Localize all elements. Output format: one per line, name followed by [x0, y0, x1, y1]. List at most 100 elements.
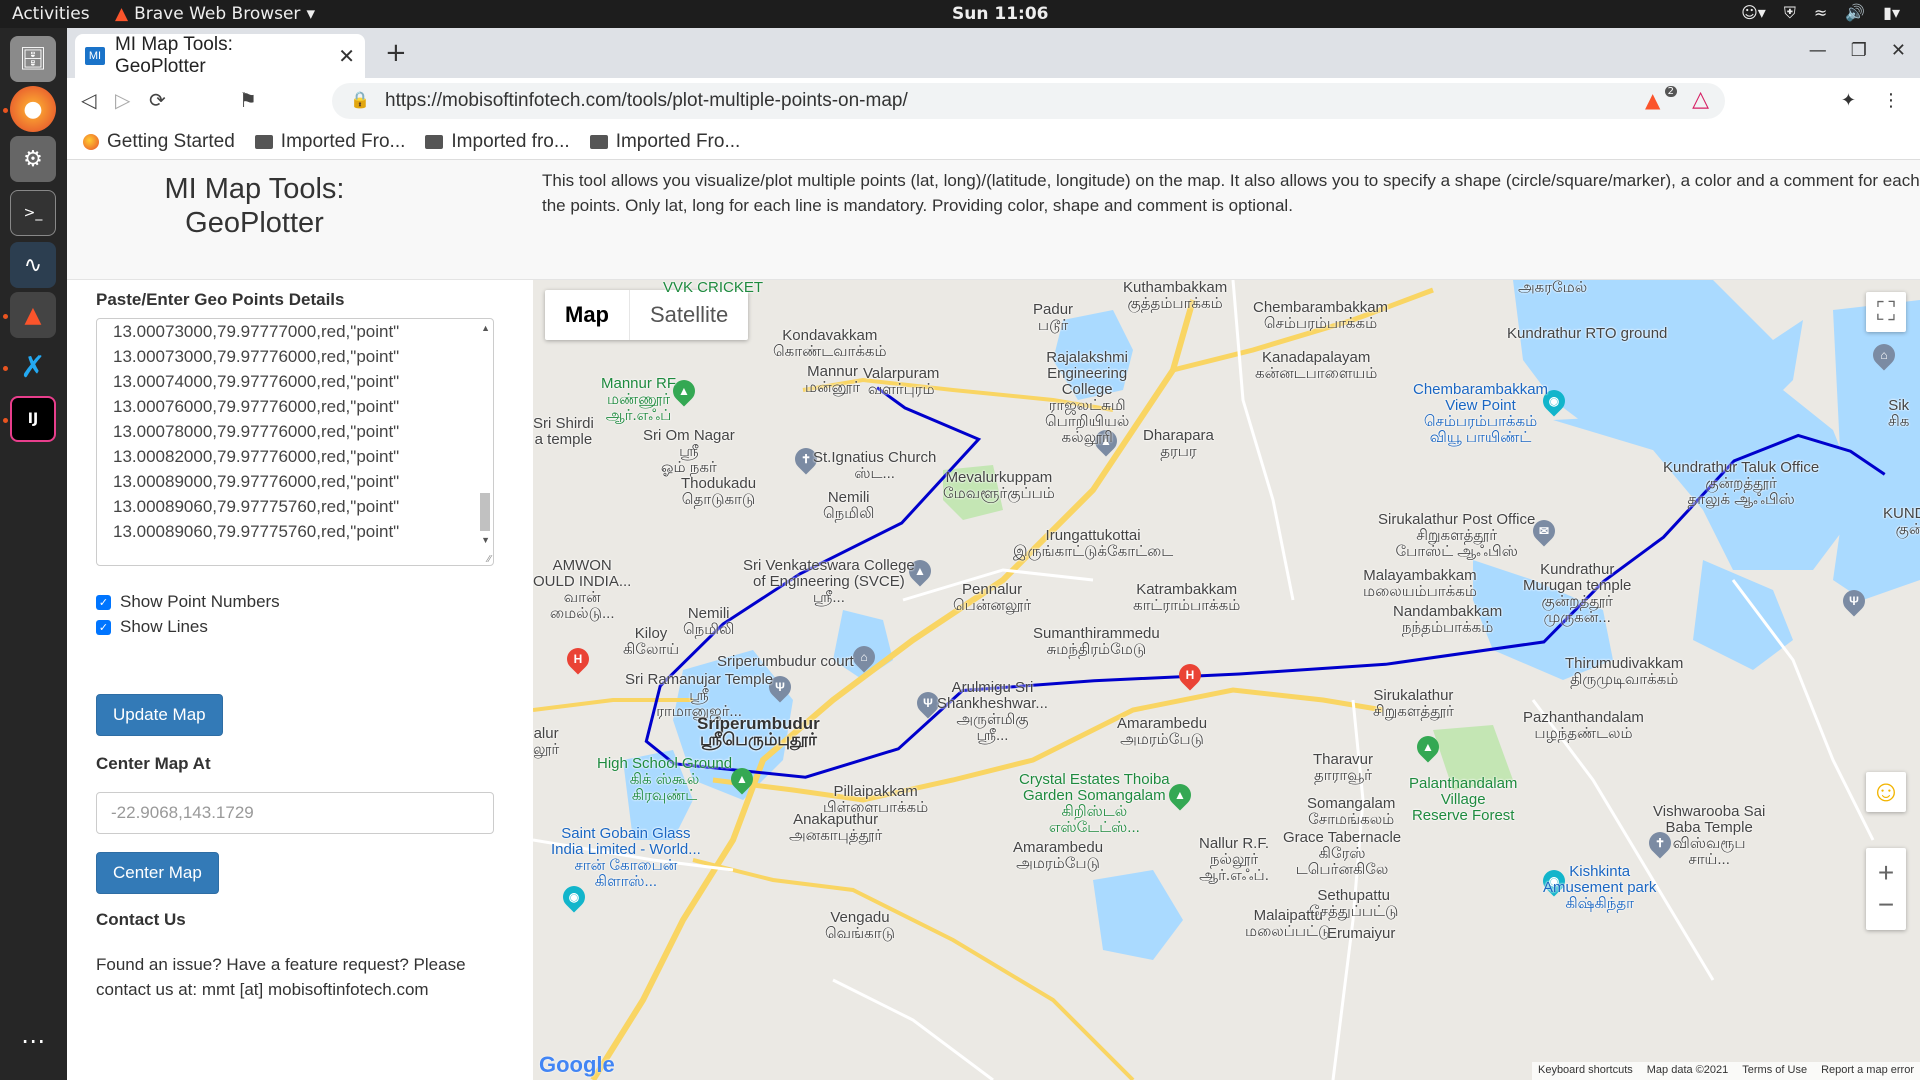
lock-icon[interactable]: 🔒	[350, 90, 370, 109]
scroll-down-icon[interactable]: ▼	[481, 535, 490, 545]
wifi-icon[interactable]: ≈	[1814, 3, 1827, 23]
brave-rewards-icon[interactable]: △	[1692, 87, 1709, 112]
back-icon[interactable]: ◁	[81, 88, 96, 112]
park-marker-icon[interactable]: ▲	[1412, 731, 1444, 763]
extensions-icon[interactable]: ✦	[1841, 90, 1856, 111]
sidebar: Paste/Enter Geo Points Details 13.000730…	[67, 280, 533, 1080]
center-map-button[interactable]: Center Map	[96, 852, 219, 894]
system-tray[interactable]: ☺▾ ⛨ ≈ 🔊 ▮▾	[1741, 3, 1900, 23]
temple-marker-icon[interactable]: Ψ	[1838, 585, 1870, 617]
hospital-marker-icon[interactable]: H	[1174, 659, 1206, 691]
folder-icon	[254, 134, 273, 149]
window-controls: — ❐ ✕	[1809, 40, 1906, 61]
place-label: Kanadapalayam கன்னடபாளையம்	[1255, 349, 1378, 382]
battery-icon[interactable]: ▮▾	[1883, 3, 1900, 23]
map-data-label: Map data ©2021	[1646, 1064, 1729, 1076]
scroll-up-icon[interactable]: ▲	[481, 323, 490, 333]
shield-tray-icon[interactable]: ⛨	[1784, 3, 1796, 23]
tab-geoplotter[interactable]: MI MI Map Tools: GeoPlotter ✕	[75, 34, 365, 78]
place-label: Kundrathur Taluk Office குன்றத்தூர் தாலு…	[1663, 459, 1820, 508]
clock[interactable]: Sun 11:06	[952, 4, 1048, 24]
place-label: Nemili நெமிலி	[823, 489, 875, 522]
map-type-map[interactable]: Map	[545, 290, 630, 340]
tab-title: MI Map Tools: GeoPlotter	[114, 34, 233, 77]
system-monitor-icon[interactable]: ∿	[10, 242, 56, 288]
address-bar[interactable]: 🔒 https://mobisoftinfotech.com/tools/plo…	[332, 83, 1725, 119]
intellij-icon[interactable]: IJ	[10, 396, 56, 442]
place-label: Mannur RF மண்ணூர் ஆர்.எஃப்	[601, 375, 677, 424]
close-tab-icon[interactable]: ✕	[338, 44, 355, 69]
place-label: Kundrathur Murugan temple குன்றத்தூர் மு…	[1523, 561, 1632, 626]
app-menu[interactable]: ▲ Brave Web Browser ▾	[115, 4, 315, 24]
map-type-satellite[interactable]: Satellite	[630, 290, 748, 340]
hospital-marker-icon[interactable]: H	[562, 643, 594, 675]
activities-button[interactable]: Activities	[12, 4, 90, 24]
brave-dock-icon[interactable]: ▲	[10, 292, 56, 338]
place-label: Anakaputhur அனகாபுத்தூர்	[789, 811, 883, 844]
place-label: அகரமேல்	[1518, 280, 1588, 296]
place-label: Sri Shirdi a temple	[533, 415, 594, 448]
show-apps-icon[interactable]: ⋯	[10, 1018, 56, 1064]
center-map-label: Center Map At	[96, 754, 211, 773]
map-canvas[interactable]: Map Satellite ⛶ ☺ + − H H ▲ ▲ ▲ ✝ ▲ ▲ ⌂ …	[533, 280, 1920, 1080]
extension-icons: ✦ ⋮	[1841, 90, 1900, 111]
zoom-control: + −	[1866, 848, 1906, 930]
resize-handle-icon[interactable]: ∕∕	[488, 554, 491, 565]
bookmark-folder[interactable]: Imported Fro...	[254, 131, 405, 153]
volume-icon[interactable]: 🔊	[1845, 3, 1865, 23]
update-map-button[interactable]: Update Map	[96, 694, 223, 736]
settings-icon[interactable]: ⚙	[10, 136, 56, 182]
place-label: Sri Venkateswara College of Engineering …	[743, 557, 915, 606]
show-point-numbers-checkbox[interactable]: ✓ Show Point Numbers	[96, 592, 280, 612]
vscode-icon[interactable]: ✗	[10, 344, 56, 390]
maximize-icon[interactable]: ❐	[1851, 40, 1867, 61]
place-label: Dharapara தரபர	[1143, 427, 1214, 460]
zoom-in-icon[interactable]: +	[1878, 857, 1894, 889]
place-label: Vengadu வெங்காடு	[825, 909, 895, 942]
menu-icon[interactable]: ⋮	[1882, 90, 1900, 111]
place-label: Somangalam சோமங்கலம்	[1307, 795, 1396, 828]
keyboard-shortcuts-link[interactable]: Keyboard shortcuts	[1538, 1064, 1633, 1078]
files-icon[interactable]: 🗄	[10, 36, 56, 82]
forward-icon[interactable]: ▷	[115, 88, 130, 112]
pegman-icon[interactable]: ☺	[1866, 772, 1906, 812]
terminal-icon[interactable]: >_	[10, 190, 56, 236]
page-header: MI Map Tools: GeoPlotter This tool allow…	[67, 160, 1920, 280]
url-text[interactable]: https://mobisoftinfotech.com/tools/plot-…	[385, 90, 908, 112]
checkbox-checked-icon[interactable]: ✓	[96, 619, 111, 635]
reload-icon[interactable]: ⟳	[149, 88, 166, 112]
bookmark-folder[interactable]: Imported fro...	[425, 131, 570, 153]
place-label: Nandambakkam நந்தம்பாக்கம்	[1393, 603, 1503, 636]
building-marker-icon[interactable]: ⌂	[1868, 339, 1900, 371]
center-map-input[interactable]: -22.9068,143.1729	[96, 792, 494, 834]
checkbox-checked-icon[interactable]: ✓	[96, 594, 111, 610]
points-textarea[interactable]: 13.00073000,79.97777000,red,"point" 13.00…	[96, 318, 494, 566]
place-label: Kundrathur RTO ground	[1507, 325, 1668, 342]
minimize-icon[interactable]: —	[1809, 40, 1827, 61]
bookmark-getting-started[interactable]: Getting Started	[83, 131, 235, 153]
fullscreen-icon[interactable]: ⛶	[1866, 292, 1906, 332]
accessibility-icon[interactable]: ☺▾	[1741, 3, 1766, 23]
contact-text: Found an issue? Have a feature request? …	[96, 955, 466, 999]
place-label: Grace Tabernacle கிரேஸ் டபெர்னகிலே	[1283, 829, 1402, 878]
bookmark-folder[interactable]: Imported Fro...	[589, 131, 740, 153]
intro-text: This tool allows you visualize/plot mult…	[542, 171, 1920, 215]
report-error-link[interactable]: Report a map error	[1821, 1064, 1914, 1078]
points-textarea-line: 13.00089000,79.97776000,red,"point"	[113, 472, 400, 491]
zoom-out-icon[interactable]: −	[1878, 889, 1894, 921]
terms-of-use-link[interactable]: Terms of Use	[1742, 1064, 1807, 1078]
close-window-icon[interactable]: ✕	[1891, 40, 1906, 61]
show-lines-checkbox[interactable]: ✓ Show Lines	[96, 617, 208, 637]
place-label: Valarpuram வளர்புரம்	[863, 365, 940, 398]
scrollbar-thumb[interactable]	[480, 493, 490, 531]
google-logo: Google	[539, 1052, 615, 1077]
place-label: Palanthandalam Village Reserve Forest	[1409, 775, 1518, 824]
brave-shields-icon[interactable]: ▲ 2	[1645, 86, 1677, 114]
bookmark-icon[interactable]: ⚑	[239, 88, 257, 112]
place-label: High School Ground கிக் ஸ்கூல் கிரவுண்ட்	[597, 755, 733, 804]
firefox-icon[interactable]: ●	[10, 86, 56, 132]
firefox-small-icon	[83, 133, 99, 150]
chevron-down-icon: ▾	[306, 4, 315, 24]
new-tab-button[interactable]: +	[385, 38, 407, 68]
app-menu-label: Brave Web Browser	[134, 4, 301, 24]
